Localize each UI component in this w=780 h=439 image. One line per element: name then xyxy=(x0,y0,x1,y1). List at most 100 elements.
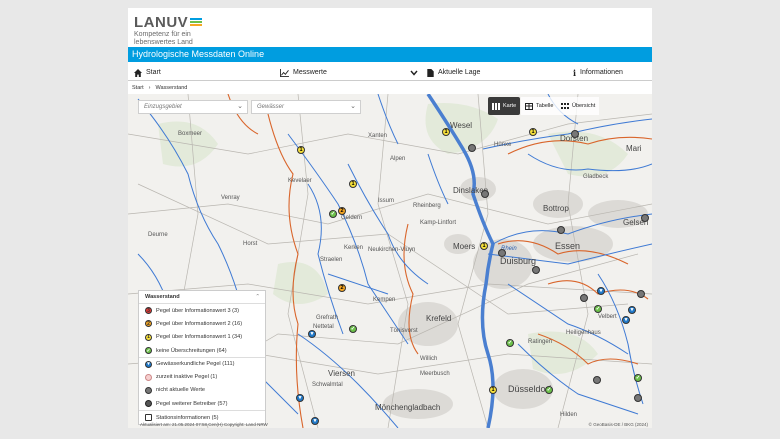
nav-label: Start xyxy=(146,69,161,76)
map-label: Wesel xyxy=(450,121,473,130)
map-label: Meerbusch xyxy=(420,371,450,377)
chevron-down-icon xyxy=(410,70,418,76)
legend-item-label: zurzeit inaktive Pegel (1) xyxy=(156,374,218,381)
gauge-marker-level-1[interactable]: 1 xyxy=(349,180,357,188)
station-info-icon xyxy=(145,414,152,422)
map-label: Horst xyxy=(243,241,258,247)
gauge-marker-other-operator[interactable] xyxy=(571,130,579,138)
gauge-marker-ok[interactable]: ✓ xyxy=(329,210,337,218)
legend-item-label: Stationsinformationen (5) xyxy=(156,414,219,421)
gauge-marker-ok[interactable]: ✓ xyxy=(349,325,357,333)
warning-level-3-icon: 3 xyxy=(145,307,152,315)
lanuv-logo[interactable]: LANUV Kompetenz für ein lebenswertes Lan… xyxy=(134,14,214,47)
map-label: Kerken xyxy=(344,245,364,251)
view-map-label: Karte xyxy=(503,103,517,109)
nav-item-aktuelle-lage[interactable]: Aktuelle Lage xyxy=(427,64,480,81)
map-label: Willich xyxy=(420,356,438,362)
nav-label: Informationen xyxy=(580,69,623,76)
legend-item[interactable]: ✓ keine Überschreitungen (64) xyxy=(139,344,265,357)
gauge-marker-hydrologic[interactable]: ▾ xyxy=(622,316,630,324)
messwerte-dropdown[interactable] xyxy=(410,64,418,81)
map-label: Heiligenhaus xyxy=(566,330,601,336)
map-label: Issum xyxy=(378,198,395,204)
legend-item[interactable]: 1 Pegel über Informationswert 1 (34) xyxy=(139,331,265,344)
nav-item-start[interactable]: Start xyxy=(134,64,161,81)
gauge-marker-ok[interactable]: ✓ xyxy=(506,339,514,347)
gauge-marker-other-operator[interactable] xyxy=(593,376,601,384)
map-label: Bottrop xyxy=(543,204,569,213)
gauge-marker-hydrologic[interactable]: ▾ xyxy=(597,287,605,295)
gauge-marker-other-operator[interactable] xyxy=(580,294,588,302)
map-label: Gladbeck xyxy=(583,174,609,180)
warning-level-1-icon: 1 xyxy=(145,333,152,341)
legend-item-label: Pegel über Informationswert 2 (16) xyxy=(156,320,243,327)
catchment-select[interactable]: Einzugsgebiet ⌄ xyxy=(138,100,248,114)
legend-title: Wasserstand xyxy=(145,294,180,300)
gauge-marker-hydrologic[interactable]: ▾ xyxy=(628,306,636,314)
gauge-marker-other-operator[interactable] xyxy=(532,266,540,274)
gauge-marker-hydrologic[interactable]: ▾ xyxy=(311,417,319,425)
map-label: Hünxe xyxy=(494,142,512,148)
map-view[interactable]: Wesel Hünxe Dorsten Dinslaken Gladbeck B… xyxy=(128,94,652,428)
view-table-button[interactable]: Tabelle xyxy=(521,97,558,115)
inactive-gauge-icon xyxy=(145,373,152,381)
legend-item[interactable]: Pegel weiterer Betreiber (57) xyxy=(139,397,265,410)
chevron-right-icon: › xyxy=(148,85,151,91)
chevron-down-icon: ⌄ xyxy=(350,103,356,110)
gauge-marker-other-operator[interactable] xyxy=(637,290,645,298)
map-label: Straelen xyxy=(320,257,343,263)
map-label: Nettetal xyxy=(313,324,334,330)
gauge-marker-other-operator[interactable] xyxy=(468,144,476,152)
nav-item-informationen[interactable]: i Informationen xyxy=(573,64,623,81)
gauge-marker-other-operator[interactable] xyxy=(634,394,642,402)
gauge-marker-level-1[interactable]: 1 xyxy=(442,128,450,136)
gauge-marker-ok[interactable]: ✓ xyxy=(545,386,553,394)
logo-text: LANUV xyxy=(134,14,189,31)
legend-item[interactable]: zurzeit inaktive Pegel (1) xyxy=(139,370,265,383)
legend-item[interactable]: 3 Pegel über Informationswert 3 (3) xyxy=(139,304,265,317)
map-label: Essen xyxy=(555,241,581,251)
map-label: Boxmeer xyxy=(178,131,203,137)
map-label: Deurne xyxy=(148,232,168,238)
gauge-marker-other-operator[interactable] xyxy=(641,214,649,222)
map-label: Kamp-Lintfort xyxy=(420,220,457,226)
gauge-marker-level-1[interactable]: 1 xyxy=(480,242,488,250)
water-body-select[interactable]: Gewässer ⌄ xyxy=(251,100,361,114)
gauge-marker-level-1[interactable]: 1 xyxy=(297,146,305,154)
logo-stripes-icon xyxy=(190,17,203,28)
table-icon xyxy=(525,102,533,110)
legend-item-label: nicht aktuelle Werte xyxy=(156,387,206,394)
chart-icon xyxy=(280,68,289,77)
map-label: Kevelaer xyxy=(288,178,312,184)
gauge-marker-level-2[interactable]: 2 xyxy=(338,284,346,292)
breadcrumb-home[interactable]: Start xyxy=(132,85,144,91)
gauge-marker-level-1[interactable]: 1 xyxy=(529,128,537,136)
gauge-marker-level-1[interactable]: 1 xyxy=(489,386,497,394)
legend-item[interactable]: 2 Pegel über Informationswert 2 (16) xyxy=(139,317,265,330)
map-label: Mönchengladbach xyxy=(375,403,441,412)
map-label: Moers xyxy=(453,242,476,251)
gauge-marker-other-operator[interactable] xyxy=(557,226,565,234)
gauge-marker-other-operator[interactable] xyxy=(498,249,506,257)
view-map-button[interactable]: Karte xyxy=(488,97,521,115)
gauge-marker-other-operator[interactable] xyxy=(481,190,489,198)
nav-item-messwerte[interactable]: Messwerte xyxy=(280,64,327,81)
gauge-marker-hydrologic[interactable]: ▾ xyxy=(308,330,316,338)
legend-item[interactable]: ▾ Gewässerkundliche Pegel (111) xyxy=(139,357,265,370)
grid-icon xyxy=(561,102,569,109)
nav-label: Aktuelle Lage xyxy=(438,69,481,76)
chevron-up-icon: ⌃ xyxy=(255,294,260,300)
check-icon: ✓ xyxy=(145,347,152,355)
gauge-marker-level-2[interactable]: 2 xyxy=(338,207,346,215)
gauge-marker-ok[interactable]: ✓ xyxy=(594,305,602,313)
view-table-label: Tabelle xyxy=(536,103,554,109)
gauge-marker-hydrologic[interactable]: ▾ xyxy=(296,394,304,402)
legend-item[interactable]: nicht aktuelle Werte xyxy=(139,384,265,397)
map-label: Kempen xyxy=(373,297,396,303)
other-operator-gauge-icon xyxy=(145,400,152,408)
outdated-value-icon xyxy=(145,386,152,394)
map-label: Geldern xyxy=(341,215,363,221)
gauge-marker-ok[interactable]: ✓ xyxy=(634,374,642,382)
view-overview-button[interactable]: Übersicht xyxy=(557,97,600,115)
legend-header[interactable]: Wasserstand ⌃ xyxy=(139,291,265,304)
